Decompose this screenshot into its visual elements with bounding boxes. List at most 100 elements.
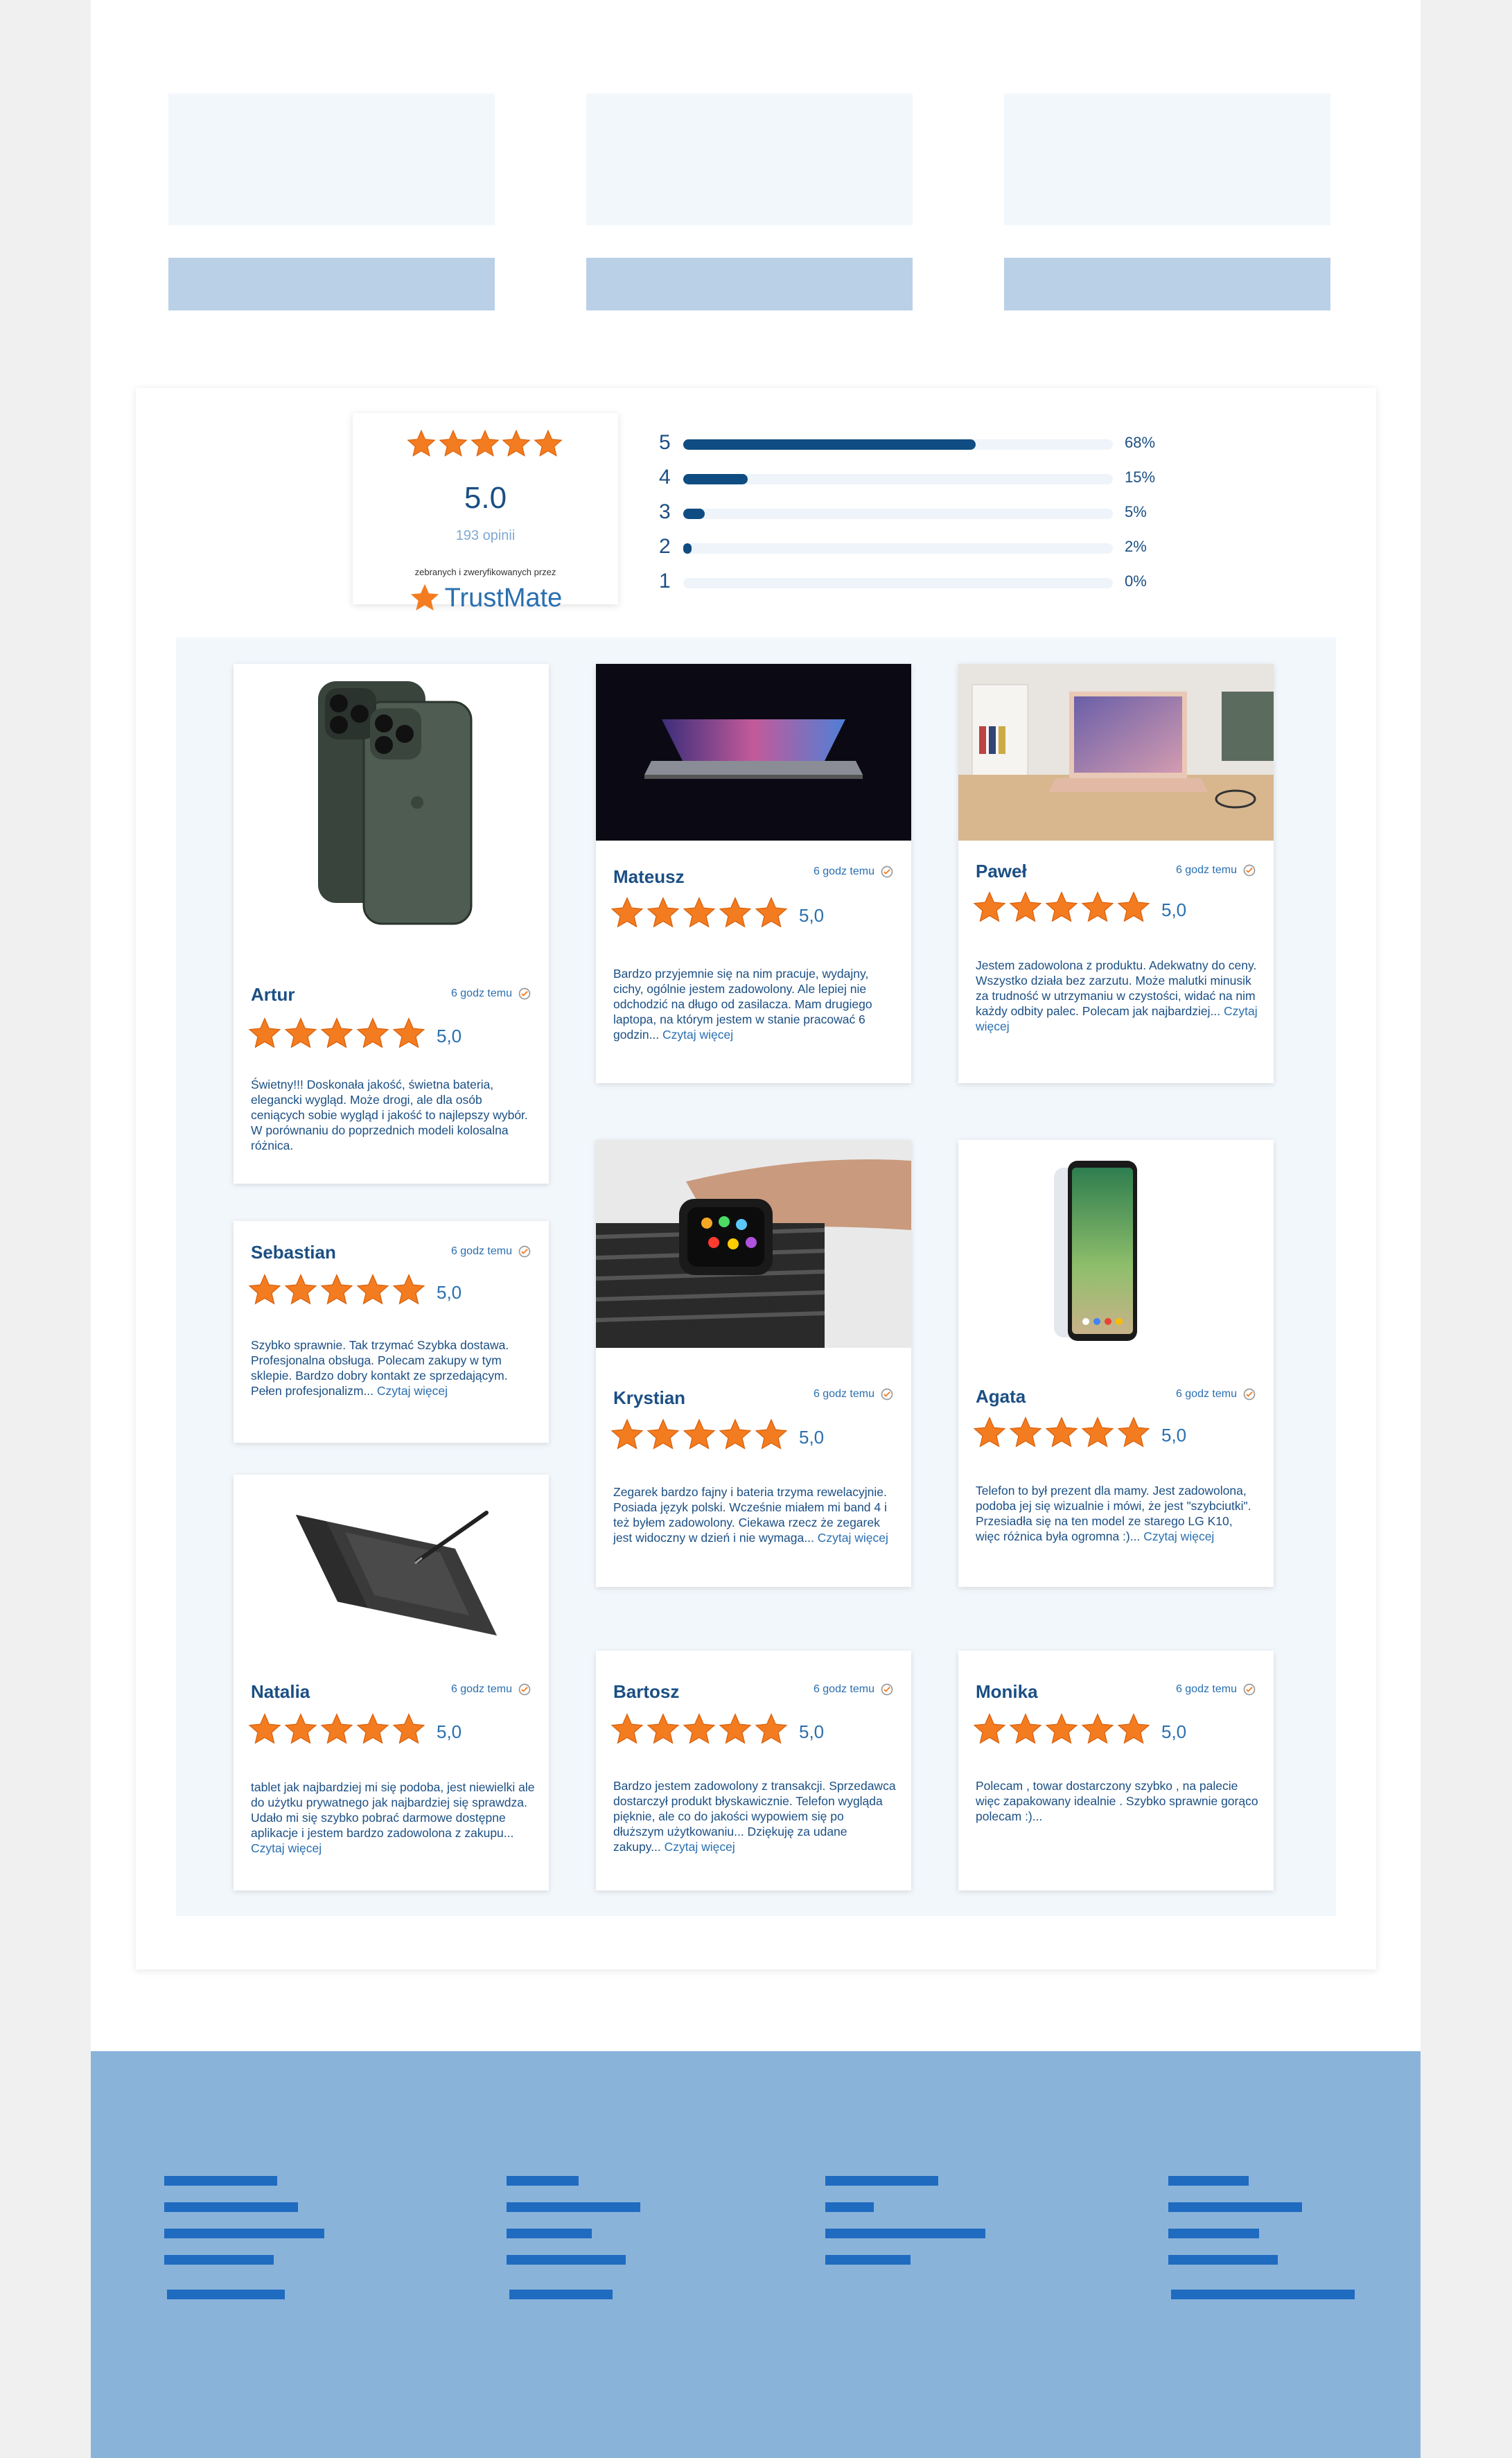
distribution-track bbox=[683, 439, 1113, 450]
star-icon bbox=[973, 1713, 1006, 1744]
star-icon bbox=[320, 1017, 353, 1048]
distribution-row: 4 15% bbox=[659, 466, 1155, 489]
read-more-link[interactable]: Czytaj więcej bbox=[662, 1028, 733, 1042]
read-more-link[interactable]: Czytaj więcej bbox=[818, 1531, 888, 1545]
review-card[interactable]: Paweł 6 godz temu 5,0 Jestem zadowolona … bbox=[958, 664, 1274, 1083]
verified-check-icon bbox=[518, 987, 531, 1000]
review-body: tablet jak najbardziej mi się podoba, je… bbox=[251, 1780, 535, 1840]
review-stars bbox=[972, 1712, 1152, 1750]
review-card[interactable]: Sebastian 6 godz temu 5,0 Szybko sprawni… bbox=[234, 1221, 549, 1443]
footer-link-placeholder[interactable] bbox=[164, 2229, 324, 2238]
verified-check-icon bbox=[1243, 864, 1256, 877]
star-icon bbox=[1045, 1416, 1078, 1448]
distribution-fill bbox=[683, 474, 748, 484]
review-time: 6 godz temu bbox=[451, 987, 531, 1001]
footer-link-placeholder[interactable] bbox=[507, 2229, 592, 2238]
time-label: 6 godz temu bbox=[1175, 1388, 1237, 1400]
distribution-fill bbox=[683, 439, 976, 450]
review-score: 5,0 bbox=[1161, 899, 1187, 920]
footer-link-placeholder[interactable] bbox=[1168, 2202, 1302, 2212]
review-score: 5,0 bbox=[799, 1721, 825, 1742]
footer-link-placeholder[interactable] bbox=[164, 2255, 274, 2265]
read-more-link[interactable]: Czytaj więcej bbox=[1143, 1529, 1214, 1543]
star-icon bbox=[683, 897, 716, 928]
star-icon bbox=[392, 1274, 425, 1305]
review-stars bbox=[610, 1417, 790, 1455]
star-icon bbox=[284, 1274, 317, 1305]
verified-check-icon bbox=[1243, 1683, 1256, 1696]
star-icon bbox=[1009, 1416, 1042, 1448]
review-card[interactable]: Agata 6 godz temu 5,0 Telefon to był pre… bbox=[958, 1140, 1274, 1587]
read-more-link[interactable]: Czytaj więcej bbox=[377, 1384, 448, 1398]
footer-link-placeholder[interactable] bbox=[509, 2290, 613, 2299]
review-card[interactable]: Bartosz 6 godz temu 5,0 Bardzo jestem za… bbox=[596, 1651, 911, 1890]
review-card[interactable]: Mateusz 6 godz temu 5,0 Bardzo przyjemni… bbox=[596, 664, 911, 1083]
review-card[interactable]: Krystian 6 godz temu 5,0 Zegarek bardzo … bbox=[596, 1140, 911, 1587]
footer-link-placeholder[interactable] bbox=[507, 2176, 579, 2186]
reviewer-name: Mateusz bbox=[613, 866, 685, 887]
review-score: 5,0 bbox=[437, 1721, 462, 1742]
review-body: Polecam , towar dostarczony szybko , na … bbox=[976, 1779, 1258, 1823]
distribution-percent: 15% bbox=[1125, 468, 1156, 486]
review-card[interactable]: Monika 6 godz temu 5,0 Polecam , towar d… bbox=[958, 1651, 1274, 1890]
footer-link-placeholder[interactable] bbox=[825, 2255, 911, 2265]
star-icon bbox=[534, 429, 563, 457]
review-text: Bardzo przyjemnie się na nim pracuje, wy… bbox=[613, 966, 897, 1042]
star-icon bbox=[610, 1419, 644, 1450]
star-icon bbox=[1117, 1713, 1150, 1744]
review-card[interactable]: Natalia 6 godz temu 5,0 tablet jak najba… bbox=[234, 1475, 549, 1890]
review-text: Telefon to był prezent dla mamy. Jest za… bbox=[976, 1483, 1260, 1544]
distribution-row: 1 0% bbox=[659, 570, 1147, 592]
star-icon bbox=[683, 1419, 716, 1450]
footer-link-placeholder[interactable] bbox=[1168, 2229, 1259, 2238]
star-icon bbox=[647, 897, 680, 928]
placeholder-block bbox=[1004, 94, 1330, 225]
verified-check-icon bbox=[881, 1388, 893, 1401]
review-stars bbox=[610, 1712, 790, 1750]
footer-link-placeholder[interactable] bbox=[164, 2176, 277, 2186]
review-time: 6 godz temu bbox=[451, 1245, 531, 1258]
review-score: 5,0 bbox=[1161, 1721, 1187, 1742]
footer-link-placeholder[interactable] bbox=[164, 2202, 298, 2212]
distribution-track bbox=[683, 578, 1113, 588]
distribution-fill bbox=[683, 509, 705, 519]
footer-link-placeholder[interactable] bbox=[1168, 2255, 1278, 2265]
trustmate-logo[interactable]: TrustMate bbox=[353, 582, 618, 614]
distribution-percent: 2% bbox=[1125, 538, 1147, 555]
star-icon bbox=[439, 429, 468, 457]
review-text: Świetny!!! Doskonała jakość, świetna bat… bbox=[251, 1077, 535, 1153]
reviewer-name: Agata bbox=[976, 1386, 1026, 1407]
review-time: 6 godz temu bbox=[1176, 1683, 1256, 1696]
footer-link-placeholder[interactable] bbox=[825, 2229, 985, 2238]
read-more-link[interactable]: Czytaj więcej bbox=[251, 1841, 322, 1855]
summary-stars bbox=[353, 428, 618, 462]
read-more-link[interactable]: Czytaj więcej bbox=[665, 1840, 735, 1854]
footer-link-placeholder[interactable] bbox=[825, 2176, 938, 2186]
footer-link-placeholder[interactable] bbox=[507, 2202, 640, 2212]
star-icon bbox=[320, 1713, 353, 1744]
footer-link-placeholder[interactable] bbox=[1171, 2290, 1355, 2299]
star-icon bbox=[683, 1713, 716, 1744]
time-label: 6 godz temu bbox=[1175, 1683, 1237, 1695]
review-time: 6 godz temu bbox=[814, 865, 894, 879]
footer-link-placeholder[interactable] bbox=[167, 2290, 285, 2299]
reviewer-name: Artur bbox=[251, 984, 295, 1005]
star-level: 3 bbox=[659, 500, 671, 523]
footer-link-placeholder[interactable] bbox=[507, 2255, 626, 2265]
reviewer-name: Natalia bbox=[251, 1681, 310, 1702]
review-card[interactable]: Artur 6 godz temu 5,0 Świetny!!! Doskona… bbox=[234, 664, 549, 1184]
star-icon bbox=[502, 429, 531, 457]
footer-link-placeholder[interactable] bbox=[825, 2202, 874, 2212]
star-icon bbox=[1045, 1713, 1078, 1744]
reviewer-name: Krystian bbox=[613, 1387, 686, 1408]
star-icon bbox=[284, 1017, 317, 1048]
review-time: 6 godz temu bbox=[1176, 863, 1256, 877]
star-icon bbox=[356, 1017, 389, 1048]
review-text: Jestem zadowolona z produktu. Adekwatny … bbox=[976, 958, 1260, 1034]
time-label: 6 godz temu bbox=[1175, 864, 1237, 876]
macbook-pro-image bbox=[596, 664, 911, 841]
reviews-grid: Artur 6 godz temu 5,0 Świetny!!! Doskona… bbox=[176, 638, 1336, 1916]
review-score: 5,0 bbox=[799, 1427, 825, 1448]
review-score: 5,0 bbox=[1161, 1425, 1187, 1446]
footer-link-placeholder[interactable] bbox=[1168, 2176, 1249, 2186]
